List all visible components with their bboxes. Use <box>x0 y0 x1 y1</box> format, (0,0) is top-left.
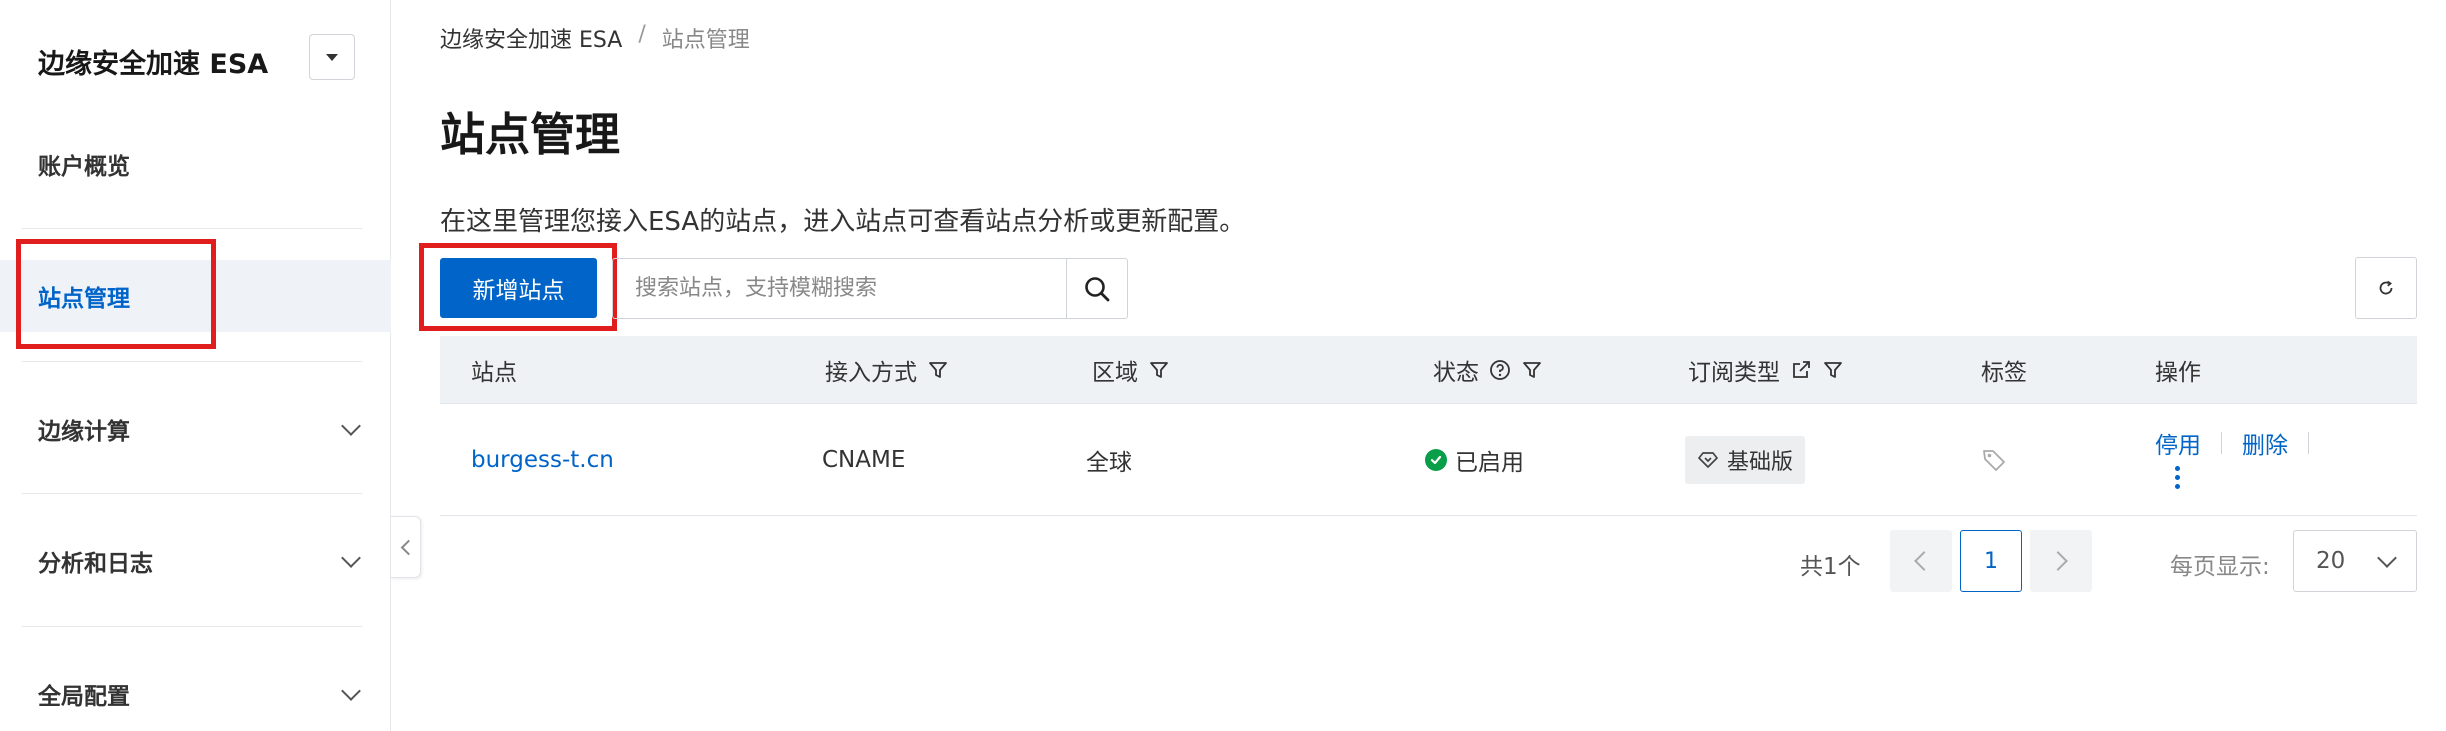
chevron-down-icon <box>2377 548 2397 568</box>
sidebar-item-account-overview[interactable]: 账户概览 <box>0 128 391 200</box>
next-page-button[interactable] <box>2030 530 2092 592</box>
column-label: 站点 <box>471 360 517 386</box>
access-value: CNAME <box>822 447 906 473</box>
column-label: 操作 <box>2155 360 2201 386</box>
breadcrumb-separator: / <box>638 22 646 47</box>
search-input[interactable] <box>613 259 1066 318</box>
sidebar-divider <box>22 228 362 229</box>
column-header-region: 区域 <box>1092 336 1170 404</box>
action-separator <box>2308 432 2309 454</box>
external-link-icon[interactable] <box>1790 359 1812 381</box>
tag-icon[interactable] <box>1981 447 2007 473</box>
delete-button[interactable]: 删除 <box>2242 426 2288 460</box>
help-icon[interactable] <box>1489 359 1511 381</box>
breadcrumb-current: 站点管理 <box>661 28 750 53</box>
sidebar-item-label: 分析和日志 <box>38 551 153 577</box>
page-title: 站点管理 <box>440 108 621 161</box>
sidebar-divider <box>22 626 362 627</box>
breadcrumb: 边缘安全加速 ESA / 站点管理 <box>440 22 750 54</box>
more-actions-icon[interactable] <box>2175 466 2180 489</box>
product-switch-button[interactable] <box>309 34 355 80</box>
chevron-left-icon <box>400 539 416 555</box>
per-page-label: 每页显示: <box>2170 554 2270 580</box>
add-site-button[interactable]: 新增站点 <box>440 258 597 318</box>
site-name[interactable]: burgess-t.cn <box>471 447 614 473</box>
sidebar-collapse-handle[interactable] <box>391 516 421 578</box>
total-count: 共1个 <box>1800 554 1861 580</box>
sidebar-item-label: 账户概览 <box>38 154 130 180</box>
table-header: 站点 接入方式 区域 状态 订阅类型 标签 操作 <box>440 336 2417 404</box>
page-description: 在这里管理您接入ESA的站点，进入站点可查看站点分析或更新配置。 <box>440 207 1246 237</box>
subscription-badge: 基础版 <box>1685 436 1806 484</box>
chevron-down-icon <box>341 681 361 701</box>
status-cell: 已启用 <box>1425 404 1524 516</box>
row-actions: 停用 删除 <box>2155 426 2329 460</box>
search-button[interactable] <box>1066 259 1127 318</box>
column-label: 状态 <box>1433 360 1479 386</box>
column-label: 接入方式 <box>825 360 917 386</box>
sidebar-item-analytics-logs[interactable]: 分析和日志 <box>0 525 391 597</box>
site-name-link[interactable]: burgess-t.cn <box>471 404 614 516</box>
disable-button[interactable]: 停用 <box>2155 426 2201 460</box>
sidebar-item-label: 边缘计算 <box>38 419 130 445</box>
column-label: 标签 <box>1981 360 2027 386</box>
search-box <box>612 258 1128 319</box>
filter-icon[interactable] <box>927 359 949 381</box>
search-icon <box>1085 276 1110 301</box>
status-text: 已启用 <box>1455 450 1524 476</box>
caret-down-icon <box>326 53 338 61</box>
chevron-left-icon <box>1914 551 1934 571</box>
highlight-box-sidebar <box>16 239 216 349</box>
column-header-status: 状态 <box>1433 336 1543 404</box>
column-header-tags: 标签 <box>1981 336 2027 404</box>
sidebar: 边缘安全加速 ESA 账户概览 站点管理 边缘计算 分析和日志 全局配置 <box>0 0 391 731</box>
chevron-down-icon <box>341 548 361 568</box>
sidebar-item-edge-computing[interactable]: 边缘计算 <box>0 393 391 465</box>
filter-icon[interactable] <box>1148 359 1170 381</box>
page-button-current[interactable]: 1 <box>1960 530 2022 592</box>
column-header-actions: 操作 <box>2155 336 2201 404</box>
per-page-select[interactable]: 20 <box>2293 530 2417 592</box>
filter-icon[interactable] <box>1521 359 1543 381</box>
column-label: 区域 <box>1092 360 1138 386</box>
table-row: burgess-t.cn CNAME 全球 已启用 基础版 停用 删除 <box>440 404 2417 516</box>
region-value: 全球 <box>1086 450 1132 476</box>
diamond-icon <box>1698 452 1718 468</box>
subscription-text: 基础版 <box>1727 450 1794 475</box>
sidebar-divider <box>22 493 362 494</box>
sidebar-item-label: 全局配置 <box>38 684 130 710</box>
subscription-cell: 基础版 <box>1685 404 1806 516</box>
column-header-site: 站点 <box>471 336 517 404</box>
refresh-icon <box>2379 280 2393 295</box>
product-title: 边缘安全加速 ESA <box>38 49 269 80</box>
column-label: 订阅类型 <box>1688 360 1780 386</box>
sidebar-item-global-config[interactable]: 全局配置 <box>0 658 391 730</box>
sidebar-divider <box>22 361 362 362</box>
filter-icon[interactable] <box>1822 359 1844 381</box>
per-page-value: 20 <box>2316 548 2346 574</box>
column-header-access: 接入方式 <box>825 336 949 404</box>
check-circle-icon <box>1425 449 1447 471</box>
tags-cell <box>1981 404 2007 516</box>
action-separator <box>2221 432 2222 454</box>
refresh-button[interactable] <box>2355 257 2417 319</box>
breadcrumb-root[interactable]: 边缘安全加速 ESA <box>440 22 622 54</box>
region-cell: 全球 <box>1086 404 1132 516</box>
column-header-subscription: 订阅类型 <box>1688 336 1844 404</box>
chevron-right-icon <box>2048 551 2068 571</box>
chevron-down-icon <box>341 416 361 436</box>
prev-page-button[interactable] <box>1890 530 1952 592</box>
sites-table: 站点 接入方式 区域 状态 订阅类型 标签 操作 burgess-t.cn CN… <box>440 336 2417 516</box>
access-cell: CNAME <box>822 404 905 516</box>
